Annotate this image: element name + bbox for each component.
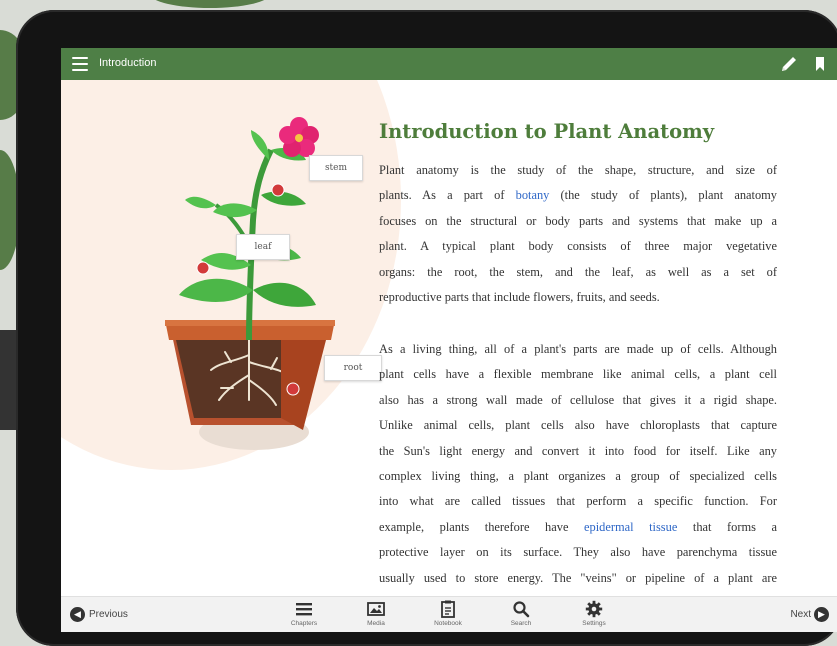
paragraph-line: organs: the root, the stem, and the leaf… [379,264,777,279]
paragraph-line: also has a strong wall made of cellulose… [379,392,777,407]
paragraph-1: Plant anatomy is the study of the shape,… [379,158,777,310]
next-label: Next [790,609,811,620]
text-segment: (the study of plants), plant anatomy [549,188,777,203]
notebook-label: Notebook [434,620,462,627]
search-button[interactable]: Search [496,600,546,632]
paragraph-line: the Sun's light energy and convert it in… [379,443,777,458]
background-leaf [150,0,270,8]
previous-label: Previous [89,609,128,620]
bottom-toolbar: ◀ Previous Chapters Media Notebook Searc… [61,596,837,632]
text-segment: plants. As a part of [379,188,516,203]
text-segment: example, plants therefore have [379,519,584,534]
top-bar: Introduction [61,48,837,80]
paragraph-line: Unlike animal cells, plant cells also ha… [379,418,777,433]
paragraph-line: into what are called tissues that perfor… [379,494,777,509]
leaf-label[interactable]: leaf [236,234,290,260]
epidermal-tissue-link[interactable]: epidermal tissue [584,520,677,534]
settings-label: Settings [582,620,606,627]
edit-button[interactable] [778,54,800,74]
chapter-title: Introduction [99,57,157,69]
pencil-icon [782,57,796,71]
plant-illustration: stem leaf root [121,100,401,470]
notebook-icon [441,600,455,618]
paragraph-line: usually used to store energy. The "veins… [379,570,777,585]
tablet-device: Introduction stem leaf root Introduction… [16,10,837,646]
paragraph-line: plants. As a part of botany (the study o… [379,183,777,208]
reader-content: stem leaf root Introduction to Plant Ana… [61,80,837,596]
chapters-label: Chapters [290,620,318,627]
tablet-screen: Introduction stem leaf root Introduction… [61,48,837,632]
hamburger-menu-icon-bar [72,69,88,71]
bookmark-button[interactable] [814,56,826,72]
hamburger-menu-icon [72,57,88,59]
settings-button[interactable]: Settings [569,600,619,632]
menu-button[interactable] [72,57,88,71]
botany-link[interactable]: botany [516,188,550,202]
paragraph-line: focuses on the structural or body parts … [379,213,777,228]
text-segment: that forms a [677,519,777,534]
paragraph-2: As a living thing, all of a plant's part… [379,337,777,591]
media-button[interactable]: Media [351,600,401,632]
stem-label[interactable]: stem [309,155,363,181]
next-button[interactable]: Next ▶ [790,607,829,622]
hamburger-menu-icon-bar [72,63,88,65]
paragraph-line: reproductive parts that include flowers,… [379,290,660,305]
paragraph-line: complex living thing, a plant organizes … [379,469,777,484]
paragraph-line: example, plants therefore have epidermal… [379,515,777,540]
paragraph-line: plant. A typical plant body consists of … [379,239,777,254]
root-label[interactable]: root [324,355,382,381]
previous-button[interactable]: ◀ Previous [70,607,128,622]
paragraph-line: Plant anatomy is the study of the shape,… [379,163,777,177]
chapters-list-icon [296,603,312,616]
paragraph-line: As a living thing, all of a plant's part… [379,342,777,356]
arrow-right-icon: ▶ [814,607,829,622]
search-label: Search [510,620,532,627]
media-image-icon [367,602,385,616]
paragraph-line: plant cells have a flexible membrane lik… [379,367,777,382]
background-book [0,330,16,430]
article-title: Introduction to Plant Anatomy [379,120,715,143]
arrow-left-icon: ◀ [70,607,85,622]
bookmark-icon [816,57,824,71]
paragraph-line: protective layer on its surface. They al… [379,545,777,560]
search-icon [513,601,530,618]
gear-icon [585,600,603,618]
chapters-button[interactable]: Chapters [279,600,329,632]
media-label: Media [367,620,385,627]
notebook-button[interactable]: Notebook [423,600,473,632]
